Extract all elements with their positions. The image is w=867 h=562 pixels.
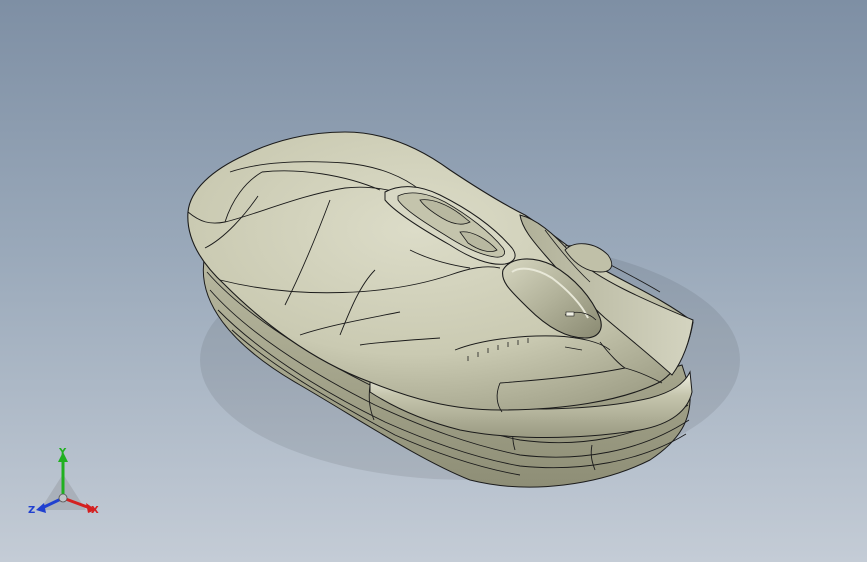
coordinate-triad[interactable]: Y Z X	[22, 448, 112, 528]
z-axis-label: Z	[28, 505, 36, 516]
mouse-3d-model[interactable]	[0, 0, 867, 562]
y-axis-label: Y	[59, 447, 67, 458]
x-axis-label: X	[91, 505, 99, 516]
triad-graphic	[36, 452, 96, 513]
3d-viewport[interactable]: Y Z X	[0, 0, 867, 562]
